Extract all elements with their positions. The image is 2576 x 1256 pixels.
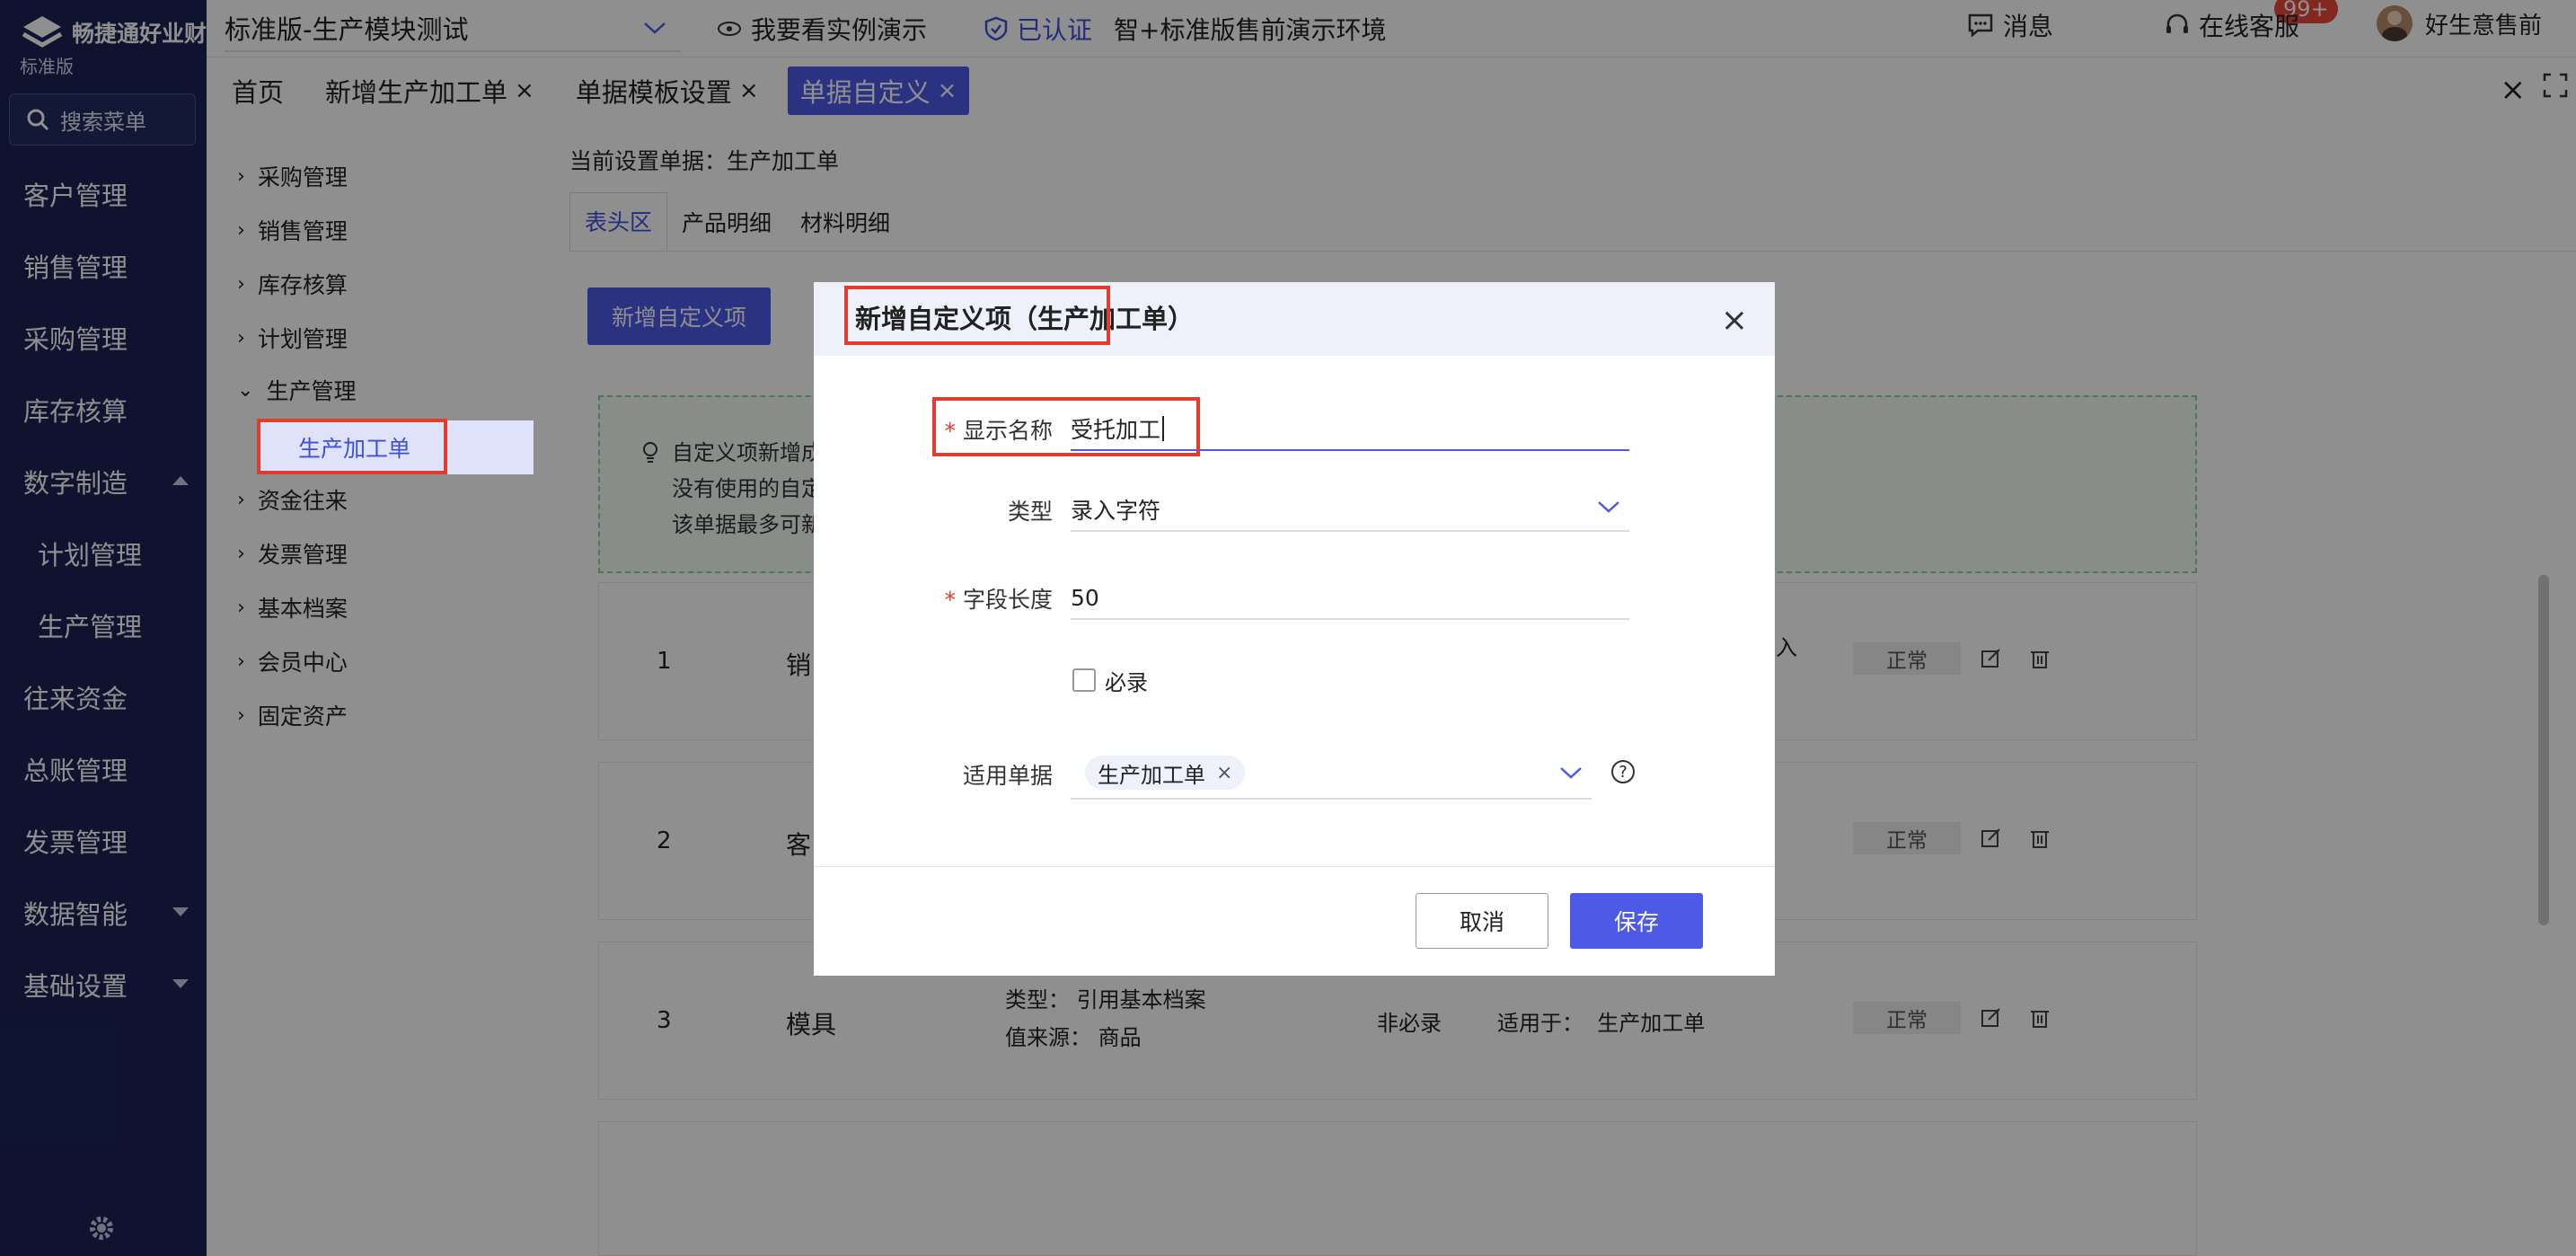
- chevron-down-icon: [1598, 501, 1619, 513]
- close-icon[interactable]: ×: [1721, 302, 1748, 339]
- selected-doc-chip: 生产加工单 ×: [1085, 756, 1246, 790]
- annotation-box: [844, 286, 1110, 345]
- dialog-footer-divider: [814, 866, 1775, 867]
- add-custom-item-dialog: 新增自定义项（生产加工单） × * 显示名称 受托加工 类型 录入字符 * 字段长度…: [814, 282, 1775, 976]
- apply-doc-label: 适用单据: [962, 763, 1053, 789]
- required-checkbox[interactable]: [1072, 668, 1096, 692]
- length-label: * 字段长度: [944, 587, 1053, 613]
- length-input[interactable]: 50: [1071, 577, 1629, 620]
- help-icon[interactable]: ?: [1611, 760, 1635, 783]
- cancel-button[interactable]: 取消: [1416, 893, 1548, 949]
- annotation-box: [932, 397, 1200, 456]
- type-select[interactable]: 录入字符: [1071, 489, 1629, 532]
- apply-doc-select[interactable]: 生产加工单 ×: [1071, 747, 1592, 800]
- save-button[interactable]: 保存: [1570, 893, 1703, 949]
- type-label: 类型: [1007, 499, 1053, 525]
- required-checkbox-label: 必录: [1105, 670, 1148, 695]
- chevron-down-icon: [1560, 767, 1582, 779]
- annotation-box: [257, 419, 447, 474]
- close-icon[interactable]: ×: [1216, 762, 1232, 784]
